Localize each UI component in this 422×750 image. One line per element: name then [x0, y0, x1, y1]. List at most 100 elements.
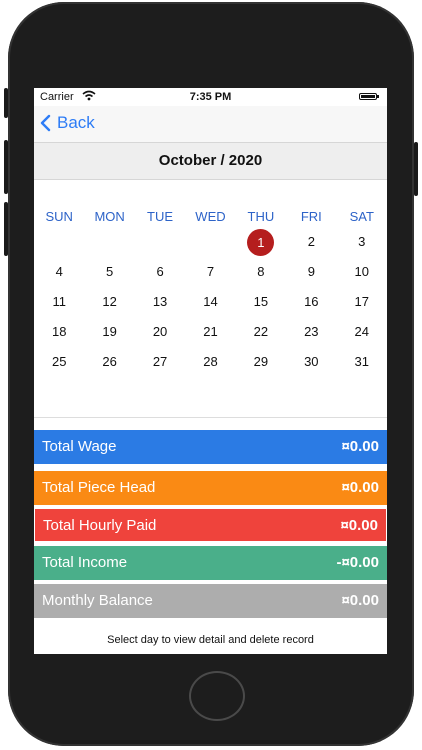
calendar-empty-cell — [84, 227, 134, 257]
calendar-week-row: 25 26 27 28 29 30 31 — [34, 347, 387, 377]
calendar-day-number: 23 — [304, 324, 319, 339]
monthly-balance-row: Monthly Balance ¤0.00 — [34, 584, 387, 618]
total-wage-label: Total Wage — [42, 438, 117, 455]
calendar-day[interactable]: 9 — [286, 257, 336, 287]
calendar-day-number: 5 — [106, 264, 114, 279]
monthly-balance-amount: ¤0.00 — [341, 592, 379, 609]
calendar-day-number: 12 — [102, 294, 117, 309]
calendar-day[interactable]: 12 — [84, 287, 134, 317]
calendar-week-row: 18 19 20 21 22 23 24 — [34, 317, 387, 347]
weekday-label: WED — [195, 209, 226, 224]
total-wage-row: Total Wage ¤0.00 — [34, 430, 387, 464]
weekday-header: SUN MON TUE WED THU FRI SAT — [34, 209, 387, 225]
calendar-day-number: 14 — [203, 294, 218, 309]
battery-icon — [359, 93, 379, 100]
calendar-day[interactable]: 8 — [236, 257, 286, 287]
calendar-day[interactable]: 17 — [337, 287, 387, 317]
weekday-label: SAT — [349, 209, 374, 224]
calendar-day[interactable]: 13 — [135, 287, 185, 317]
back-label: Back — [57, 113, 95, 132]
app-screen: Carrier 7:35 PM Back October / 2020 SUN M… — [34, 88, 387, 654]
calendar-day[interactable]: 6 — [135, 257, 185, 287]
calendar-day[interactable]: 29 — [236, 347, 286, 377]
calendar-day[interactable]: 2 — [286, 227, 336, 257]
calendar-day-number: 6 — [156, 264, 164, 279]
calendar-empty-cell — [185, 227, 235, 257]
calendar-day-number: 1 — [247, 229, 275, 256]
calendar-day-number: 27 — [152, 354, 168, 369]
calendar-day-number: 20 — [152, 324, 168, 339]
weekday-label: TUE — [147, 209, 174, 224]
calendar-day-number: 18 — [51, 324, 67, 339]
calendar-day[interactable]: 3 — [337, 227, 387, 257]
calendar-day-number: 7 — [206, 264, 215, 279]
calendar-day-number: 17 — [354, 294, 369, 309]
calendar-day-number: 8 — [257, 264, 265, 279]
volume-up-button — [4, 140, 8, 194]
calendar-day-number: 10 — [354, 264, 369, 279]
navigation-bar: Back — [34, 106, 387, 142]
calendar-day-number: 31 — [354, 354, 369, 369]
calendar-day[interactable]: 10 — [337, 257, 387, 287]
calendar-grid: 1 2 3 4 5 6 7 8 9 10 11 12 13 14 15 16 17 18 19 20 21 22 23 24 2… — [34, 227, 387, 377]
divider — [34, 417, 387, 418]
total-piece-head-row: Total Piece Head ¤0.00 — [34, 471, 387, 505]
total-hourly-paid-label: Total Hourly Paid — [43, 517, 157, 534]
weekday-label: THU — [247, 209, 275, 224]
monthly-balance-label: Monthly Balance — [42, 592, 153, 609]
month-title: October / 2020 — [34, 142, 387, 180]
calendar-day-number: 29 — [253, 354, 269, 369]
calendar-day[interactable]: 11 — [34, 287, 84, 317]
volume-down-button — [4, 202, 8, 256]
weekday-label: FRI — [300, 209, 322, 224]
calendar-day-selected[interactable]: 1 — [236, 227, 286, 257]
calendar-day-number: 11 — [52, 294, 66, 309]
calendar-day[interactable]: 18 — [34, 317, 84, 347]
calendar-day[interactable]: 14 — [185, 287, 235, 317]
home-button[interactable] — [189, 671, 245, 721]
calendar-day-number: 22 — [253, 324, 269, 339]
calendar-day-number: 25 — [51, 354, 67, 369]
calendar-day[interactable]: 7 — [185, 257, 235, 287]
calendar-week-row: 1 2 3 — [34, 227, 387, 257]
total-hourly-paid-amount: ¤0.00 — [340, 517, 378, 534]
total-hourly-paid-row: Total Hourly Paid ¤0.00 — [34, 508, 387, 542]
total-piece-head-amount: ¤0.00 — [341, 479, 379, 496]
status-time: 7:35 PM — [189, 91, 232, 103]
calendar-day-number: 16 — [304, 294, 319, 309]
calendar-day[interactable]: 22 — [236, 317, 286, 347]
calendar-day[interactable]: 28 — [185, 347, 235, 377]
calendar-day-number: 13 — [152, 294, 168, 309]
back-button[interactable]: Back — [40, 113, 95, 133]
power-button — [414, 142, 418, 196]
chevron-left-icon — [40, 114, 51, 132]
calendar-day[interactable]: 16 — [286, 287, 336, 317]
calendar-day[interactable]: 25 — [34, 347, 84, 377]
mute-switch — [4, 88, 8, 118]
calendar-day[interactable]: 24 — [337, 317, 387, 347]
calendar-day[interactable]: 31 — [337, 347, 387, 377]
total-income-label: Total Income — [42, 554, 128, 571]
calendar-day[interactable]: 26 — [84, 347, 134, 377]
calendar-week-row: 11 12 13 14 15 16 17 — [34, 287, 387, 317]
calendar-day[interactable]: 27 — [135, 347, 185, 377]
weekday-label: MON — [94, 209, 125, 224]
calendar-day-number: 15 — [253, 294, 269, 309]
calendar-day-number: 2 — [307, 234, 315, 249]
calendar-day-number: 9 — [307, 264, 315, 279]
calendar-day-number: 28 — [203, 354, 218, 369]
calendar-week-row: 4 5 6 7 8 9 10 — [34, 257, 387, 287]
calendar-day-number: 24 — [354, 324, 369, 339]
calendar-day[interactable]: 20 — [135, 317, 185, 347]
calendar-day-number: 19 — [102, 324, 117, 339]
calendar-day[interactable]: 15 — [236, 287, 286, 317]
calendar-day[interactable]: 19 — [84, 317, 134, 347]
total-income-amount: -¤0.00 — [336, 554, 379, 571]
calendar-day[interactable]: 4 — [34, 257, 84, 287]
calendar-day-number: 21 — [203, 324, 218, 339]
total-income-row: Total Income -¤0.00 — [34, 546, 387, 580]
calendar-day[interactable]: 5 — [84, 257, 134, 287]
calendar-day[interactable]: 21 — [185, 317, 235, 347]
calendar-day[interactable]: 30 — [286, 347, 336, 377]
calendar-day[interactable]: 23 — [286, 317, 336, 347]
